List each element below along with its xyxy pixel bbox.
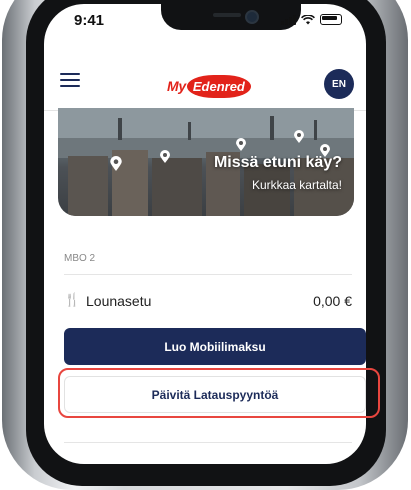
cutlery-icon: 🍴 xyxy=(64,292,81,307)
benefit-amount: 0,00 € xyxy=(313,293,352,309)
logo-my: My xyxy=(167,78,186,94)
banner-subtitle: Kurkkaa kartalta! xyxy=(251,178,342,192)
wifi-icon xyxy=(301,14,315,24)
map-pin-icon xyxy=(294,130,304,143)
hamburger-menu-icon[interactable] xyxy=(60,73,80,87)
status-time: 9:41 xyxy=(74,12,105,29)
status-icons xyxy=(281,14,342,25)
my-edenred-logo: My Edenred xyxy=(167,72,251,100)
speaker xyxy=(213,13,241,17)
create-mobile-payment-button[interactable]: Luo Mobiilimaksu xyxy=(64,328,366,365)
divider xyxy=(64,274,352,275)
account-label: MBO 2 xyxy=(64,253,96,264)
map-pin-icon xyxy=(236,138,246,151)
button-highlight xyxy=(58,368,380,418)
benefit-name: Lounasetu xyxy=(86,293,152,309)
divider xyxy=(64,442,352,443)
language-button[interactable]: EN xyxy=(324,69,354,99)
map-banner[interactable]: Missä etuni käy? Kurkkaa kartalta! xyxy=(58,108,354,216)
battery-icon xyxy=(320,14,342,25)
map-pin-icon xyxy=(160,150,170,163)
logo-edenred: Edenred xyxy=(186,74,251,98)
app-header: My Edenred EN xyxy=(44,52,366,111)
notch xyxy=(161,4,301,30)
map-pin-icon xyxy=(110,156,122,171)
camera-icon xyxy=(245,10,259,24)
signal-icon xyxy=(281,14,296,25)
banner-title: Missä etuni käy? xyxy=(213,154,342,171)
